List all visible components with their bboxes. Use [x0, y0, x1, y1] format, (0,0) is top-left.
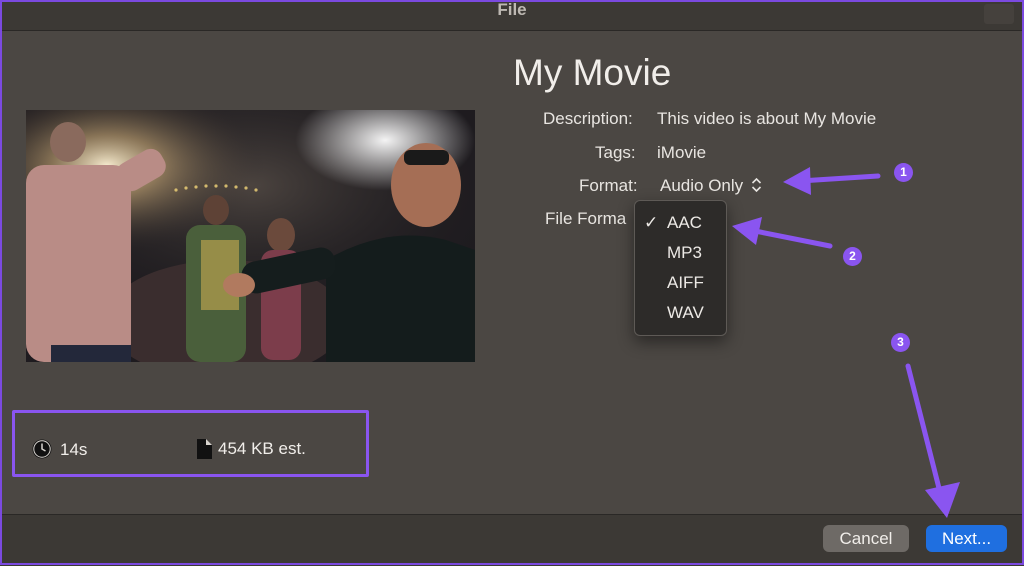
- annotation-arrows: [732, 167, 960, 518]
- annotation-arrowhead-2: [732, 217, 762, 245]
- annotation-arrowhead-3: [925, 482, 960, 518]
- annotation-arrow-1: [797, 173, 881, 184]
- annotation-arrow-3: [905, 363, 945, 503]
- annotation-arrow-2: [747, 227, 833, 249]
- annotation-badge-1: 1: [894, 163, 913, 182]
- annotation-arrowhead-1: [783, 167, 811, 195]
- annotation-badge-2: 2: [843, 247, 862, 266]
- annotation-badge-3: 3: [891, 333, 910, 352]
